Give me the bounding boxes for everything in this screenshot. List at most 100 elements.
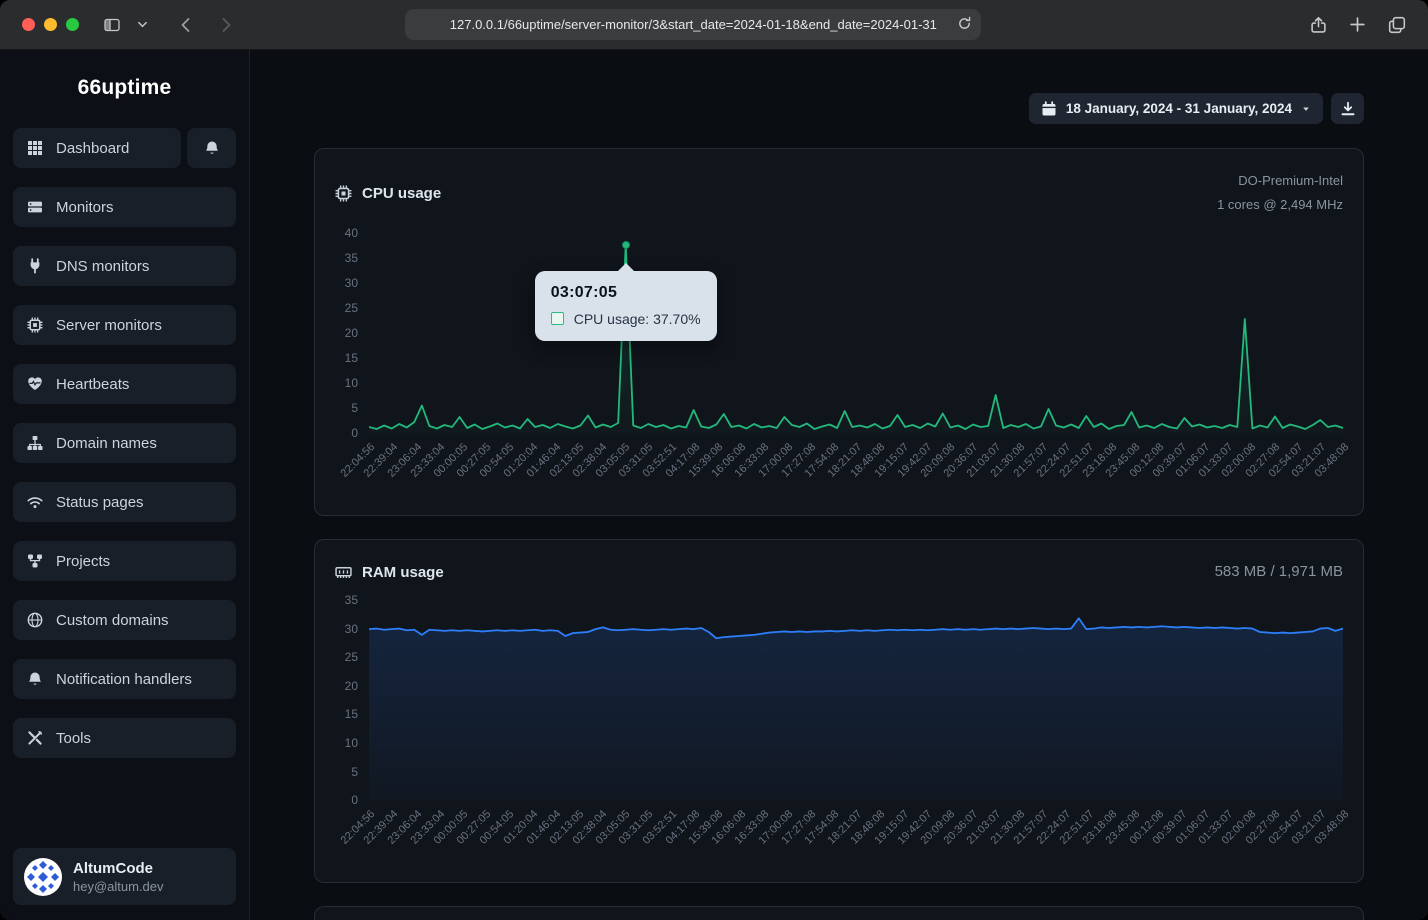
server-specs: 1 cores @ 2,494 MHz <box>1217 193 1343 217</box>
y-axis-tick: 20 <box>345 679 358 693</box>
ram-line-series <box>369 600 1343 800</box>
zoom-window-button[interactable] <box>66 18 79 31</box>
notifications-button[interactable] <box>187 128 236 168</box>
cpu-icon <box>27 317 43 333</box>
sidebar-item-label: Tools <box>56 730 91 747</box>
sidebar-item-tools[interactable]: Tools <box>13 718 236 758</box>
cpu-usage-card: CPU usage DO-Premium-Intel 1 cores @ 2,4… <box>314 148 1364 516</box>
x-axis: 22:04:5622:39:0423:06:0423:33:0400:00:05… <box>369 433 1343 503</box>
sidebar-item-custom-domains[interactable]: Custom domains <box>13 600 236 640</box>
tab-overview-icon[interactable] <box>1388 16 1406 34</box>
y-axis-tick: 25 <box>345 301 358 315</box>
sidebar-item-server-monitors[interactable]: Server monitors <box>13 305 236 345</box>
sidebar-item-label: Notification handlers <box>56 671 192 688</box>
caret-down-icon <box>1301 104 1311 114</box>
user-name: AltumCode <box>73 860 164 877</box>
y-axis-tick: 10 <box>345 376 358 390</box>
close-window-button[interactable] <box>22 18 35 31</box>
y-axis-tick: 25 <box>345 650 358 664</box>
minimize-window-button[interactable] <box>44 18 57 31</box>
grid-icon <box>27 140 43 156</box>
y-axis-tick: 35 <box>345 593 358 607</box>
ram-usage-chart[interactable]: 05101520253035 22:04:5622:39:0423:06:042… <box>335 600 1343 870</box>
app-window: 127.0.0.1/66uptime/server-monitor/3&star… <box>0 0 1428 920</box>
card-title: RAM usage <box>362 564 444 581</box>
window-controls <box>22 18 79 31</box>
sitemap-icon <box>27 435 43 451</box>
server-name: DO-Premium-Intel <box>1217 169 1343 193</box>
wifi-icon <box>27 494 43 510</box>
y-axis-tick: 35 <box>345 251 358 265</box>
sidebar-item-label: Server monitors <box>56 317 162 334</box>
y-axis: 0510152025303540 <box>335 233 369 433</box>
date-range-label: 18 January, 2024 - 31 January, 2024 <box>1066 101 1292 116</box>
chart-plot-area[interactable] <box>369 600 1343 800</box>
sidebar: 66uptime Dashboard Monitors DNS monitors Se… <box>0 50 250 920</box>
bell-icon <box>204 140 220 156</box>
sidebar-item-dns-monitors[interactable]: DNS monitors <box>13 246 236 286</box>
user-card[interactable]: AltumCode hey@altum.dev <box>13 848 236 905</box>
sidebar-item-domain-names[interactable]: Domain names <box>13 423 236 463</box>
sidebar-item-monitors[interactable]: Monitors <box>13 187 236 227</box>
sidebar-item-label: DNS monitors <box>56 258 149 275</box>
y-axis-tick: 30 <box>345 276 358 290</box>
sidebar-item-label: Heartbeats <box>56 376 129 393</box>
globe-icon <box>27 612 43 628</box>
main-content: 18 January, 2024 - 31 January, 2024 <box>250 50 1428 920</box>
y-axis-tick: 15 <box>345 351 358 365</box>
sidebar-item-dashboard[interactable]: Dashboard <box>13 128 181 168</box>
chevron-down-icon[interactable] <box>137 19 148 30</box>
share-icon[interactable] <box>1310 16 1327 34</box>
brand-logo: 66uptime <box>13 50 236 100</box>
wrench-icon <box>27 730 43 746</box>
chart-point-marker <box>622 241 630 249</box>
ram-usage-card: RAM usage 583 MB / 1,971 MB 051015202530… <box>314 539 1364 883</box>
sidebar-item-projects[interactable]: Projects <box>13 541 236 581</box>
legend-marker <box>551 312 564 325</box>
download-icon <box>1340 101 1356 117</box>
sidebar-nav: Dashboard Monitors DNS monitors Server moni… <box>13 128 236 758</box>
heart-pulse-icon <box>27 376 43 392</box>
sidebar-item-status-pages[interactable]: Status pages <box>13 482 236 522</box>
cpu-line-series <box>369 233 1343 433</box>
avatar <box>24 858 62 896</box>
memory-icon <box>335 564 352 581</box>
cpu-icon <box>335 185 352 202</box>
y-axis-tick: 40 <box>345 226 358 240</box>
user-email: hey@altum.dev <box>73 879 164 894</box>
chart-plot-area[interactable]: 03:07:05 CPU usage: 37.70% <box>369 233 1343 433</box>
sidebar-toggle-icon[interactable] <box>103 17 121 33</box>
y-axis-tick: 5 <box>351 401 358 415</box>
back-button[interactable] <box>178 17 194 33</box>
sidebar-item-notification-handlers[interactable]: Notification handlers <box>13 659 236 699</box>
y-axis-tick: 0 <box>351 793 358 807</box>
cpu-usage-chart[interactable]: 0510152025303540 03:07:05 CPU usage: 37.… <box>335 233 1343 503</box>
y-axis-tick: 30 <box>345 622 358 636</box>
forward-button[interactable] <box>218 17 234 33</box>
y-axis-tick: 5 <box>351 765 358 779</box>
download-button[interactable] <box>1331 93 1364 124</box>
plug-icon <box>27 258 43 274</box>
card-title: CPU usage <box>362 185 441 202</box>
browser-chrome: 127.0.0.1/66uptime/server-monitor/3&star… <box>0 0 1428 50</box>
date-range-picker[interactable]: 18 January, 2024 - 31 January, 2024 <box>1029 93 1323 124</box>
y-axis-tick: 20 <box>345 326 358 340</box>
reload-icon[interactable] <box>957 16 972 34</box>
sidebar-item-label: Domain names <box>56 435 157 452</box>
y-axis-tick: 0 <box>351 426 358 440</box>
y-axis-tick: 15 <box>345 707 358 721</box>
address-bar[interactable]: 127.0.0.1/66uptime/server-monitor/3&star… <box>405 9 981 40</box>
sidebar-item-label: Custom domains <box>56 612 169 629</box>
sidebar-item-label: Monitors <box>56 199 114 216</box>
tooltip-notch <box>618 263 634 271</box>
calendar-icon <box>1041 101 1057 117</box>
new-tab-icon[interactable] <box>1349 16 1366 33</box>
next-card-partial <box>314 906 1364 920</box>
tooltip-value: CPU usage: 37.70% <box>574 311 701 327</box>
sidebar-item-label: Dashboard <box>56 140 129 157</box>
sidebar-item-heartbeats[interactable]: Heartbeats <box>13 364 236 404</box>
sidebar-item-label: Projects <box>56 553 110 570</box>
y-axis-tick: 10 <box>345 736 358 750</box>
url-text: 127.0.0.1/66uptime/server-monitor/3&star… <box>450 17 937 32</box>
sidebar-item-label: Status pages <box>56 494 144 511</box>
